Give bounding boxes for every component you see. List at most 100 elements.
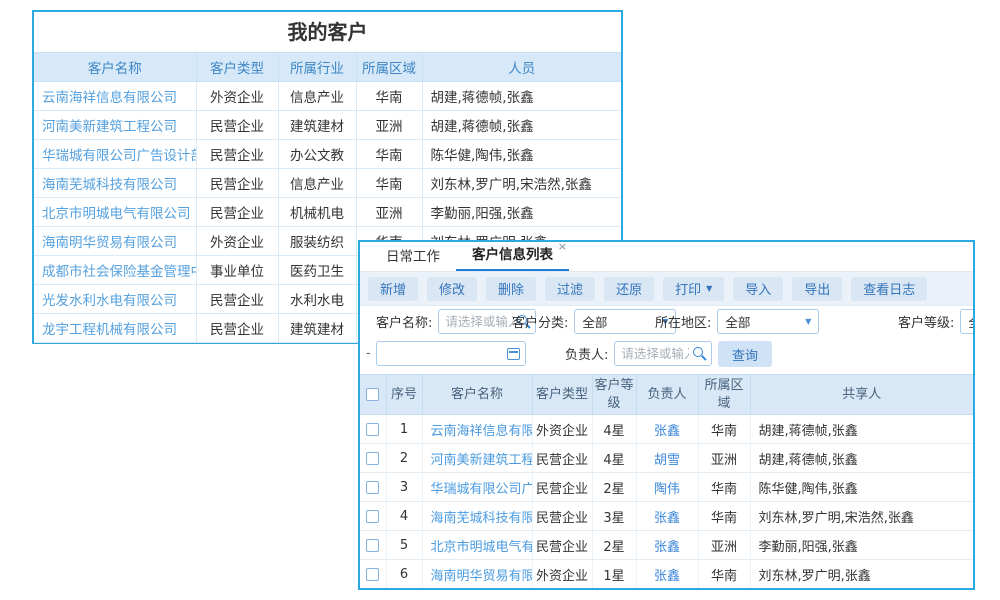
customer-type-cell: 民营企业	[196, 198, 278, 227]
table-header-row: 客户名称 客户类型 所属行业 所属区域 人员	[34, 53, 621, 82]
customer-name-link[interactable]: 河南美新建筑工程公司	[422, 444, 532, 473]
region-cell: 华南	[698, 473, 750, 502]
customer-name-link[interactable]: 云南海祥信息有限公司	[422, 415, 532, 444]
calendar-icon[interactable]	[507, 348, 520, 360]
toolbar-button-label: 还原	[616, 279, 642, 298]
people-cell: 李勤丽,阳强,张鑫	[422, 198, 621, 227]
owner-link[interactable]: 陶伟	[636, 473, 698, 502]
toolbar-button-打印[interactable]: 打印▼	[663, 277, 724, 301]
toolbar-button-导入[interactable]: 导入	[733, 277, 783, 301]
table-row: 2河南美新建筑工程公司民营企业4星胡雪亚洲胡建,蒋德帧,张鑫	[360, 444, 973, 473]
customer-name-link[interactable]: 云南海祥信息有限公司	[34, 82, 196, 111]
toolbar-button-label: 删除	[498, 279, 524, 298]
row-checkbox[interactable]	[366, 481, 379, 494]
toolbar-button-label: 导入	[745, 279, 771, 298]
toolbar-button-新增[interactable]: 新增	[368, 277, 418, 301]
customer-name-link[interactable]: 成都市社会保险基金管理中心	[34, 256, 196, 285]
customer-type-cell: 民营企业	[196, 314, 278, 343]
toolbar-button-label: 导出	[804, 279, 830, 298]
industry-cell: 机械机电	[278, 198, 356, 227]
customer-name-link[interactable]: 龙宇工程机械有限公司	[34, 314, 196, 343]
customer-name-link[interactable]: 华瑞城有限公司广告设...	[422, 473, 532, 502]
close-icon[interactable]: ×	[558, 241, 567, 252]
row-checkbox[interactable]	[366, 539, 379, 552]
search-icon[interactable]	[693, 347, 707, 361]
date-range-separator: -	[366, 346, 371, 361]
row-select-cell	[360, 502, 386, 531]
customer-level-cell: 1星	[592, 560, 636, 589]
customer-name-link[interactable]: 河南美新建筑工程公司	[34, 111, 196, 140]
owner-link[interactable]: 张鑫	[636, 531, 698, 560]
col-region: 所属区域	[356, 53, 422, 82]
industry-cell: 信息产业	[278, 82, 356, 111]
page-title: 我的客户	[34, 12, 621, 52]
query-button[interactable]: 查询	[718, 341, 772, 367]
customer-level-select[interactable]: 全部 ▼	[960, 309, 975, 334]
tab-daily-work[interactable]: 日常工作	[370, 243, 456, 271]
customer-name-link[interactable]: 海南明华贸易有限公司	[422, 560, 532, 589]
toolbar-button-过滤[interactable]: 过滤	[545, 277, 595, 301]
col-customer-level: 客户等级	[592, 375, 636, 415]
customer-level-cell: 2星	[592, 473, 636, 502]
customer-name-link[interactable]: 北京市明城电气有限公司	[422, 531, 532, 560]
customer-name-link[interactable]: 光发水利水电有限公司	[34, 285, 196, 314]
shared-people-cell: 陈华健,陶伟,张鑫	[750, 473, 973, 502]
row-checkbox[interactable]	[366, 423, 379, 436]
owner-link[interactable]: 张鑫	[636, 415, 698, 444]
customer-name-link[interactable]: 华瑞城有限公司广告设计部	[34, 140, 196, 169]
customer-type-cell: 民营企业	[196, 169, 278, 198]
seq-cell: 2	[386, 444, 422, 473]
chevron-down-icon: ▼	[706, 284, 712, 293]
tab-customer-info-list[interactable]: 客户信息列表 ×	[456, 241, 569, 271]
row-checkbox[interactable]	[366, 510, 379, 523]
customer-type-cell: 民营企业	[532, 531, 592, 560]
people-cell: 胡建,蒋德帧,张鑫	[422, 82, 621, 111]
row-select-cell	[360, 415, 386, 444]
seq-cell: 6	[386, 560, 422, 589]
people-cell: 陈华健,陶伟,张鑫	[422, 140, 621, 169]
row-checkbox[interactable]	[366, 452, 379, 465]
customer-name-link[interactable]: 海南明华贸易有限公司	[34, 227, 196, 256]
toolbar-button-label: 新增	[380, 279, 406, 298]
date-input[interactable]	[376, 341, 526, 366]
table-row: 北京市明城电气有限公司民营企业机械机电亚洲李勤丽,阳强,张鑫	[34, 198, 621, 227]
region-cell: 华南	[356, 140, 422, 169]
customer-name-link[interactable]: 海南芜城科技有限公司	[422, 502, 532, 531]
filter-owner: 负责人:	[565, 341, 712, 366]
select-all-checkbox[interactable]	[366, 388, 379, 401]
toolbar-button-导出[interactable]: 导出	[792, 277, 842, 301]
customer-level-cell: 2星	[592, 531, 636, 560]
industry-cell: 建筑建材	[278, 111, 356, 140]
customer-type-cell: 外资企业	[196, 82, 278, 111]
col-industry: 所属行业	[278, 53, 356, 82]
owner-link[interactable]: 张鑫	[636, 502, 698, 531]
owner-link[interactable]: 张鑫	[636, 560, 698, 589]
customer-name-link[interactable]: 海南芜城科技有限公司	[34, 169, 196, 198]
region-cell: 华南	[698, 415, 750, 444]
col-customer-name: 客户名称	[422, 375, 532, 415]
col-customer-name: 客户名称	[34, 53, 196, 82]
toolbar-button-还原[interactable]: 还原	[604, 277, 654, 301]
industry-cell: 信息产业	[278, 169, 356, 198]
seq-cell: 1	[386, 415, 422, 444]
shared-people-cell: 李勤丽,阳强,张鑫	[750, 531, 973, 560]
tab-bar: 日常工作 客户信息列表 ×	[360, 242, 973, 272]
owner-link[interactable]: 胡雪	[636, 444, 698, 473]
table-row: 华瑞城有限公司广告设计部民营企业办公文教华南陈华健,陶伟,张鑫	[34, 140, 621, 169]
people-cell: 胡建,蒋德帧,张鑫	[422, 111, 621, 140]
filter-area: 所在地区: 全部 ▼	[655, 309, 819, 334]
toolbar-button-修改[interactable]: 修改	[427, 277, 477, 301]
area-select[interactable]: 全部 ▼	[717, 309, 819, 334]
row-checkbox[interactable]	[366, 568, 379, 581]
customer-type-cell: 民营企业	[196, 285, 278, 314]
customer-name-link[interactable]: 北京市明城电气有限公司	[34, 198, 196, 227]
table-row: 海南芜城科技有限公司民营企业信息产业华南刘东林,罗广明,宋浩然,张鑫	[34, 169, 621, 198]
people-cell: 刘东林,罗广明,宋浩然,张鑫	[422, 169, 621, 198]
region-cell: 亚洲	[356, 111, 422, 140]
table-row: 河南美新建筑工程公司民营企业建筑建材亚洲胡建,蒋德帧,张鑫	[34, 111, 621, 140]
customer-list-window: 日常工作 客户信息列表 × 新增 修改 删除 过滤 还原 打印▼ 导入 导出 查看日志 客户名称…	[358, 240, 975, 590]
toolbar-button-删除[interactable]: 删除	[486, 277, 536, 301]
table-row: 1云南海祥信息有限公司外资企业4星张鑫华南胡建,蒋德帧,张鑫	[360, 415, 973, 444]
toolbar-button-查看日志[interactable]: 查看日志	[851, 277, 927, 301]
industry-cell: 水利水电	[278, 285, 356, 314]
